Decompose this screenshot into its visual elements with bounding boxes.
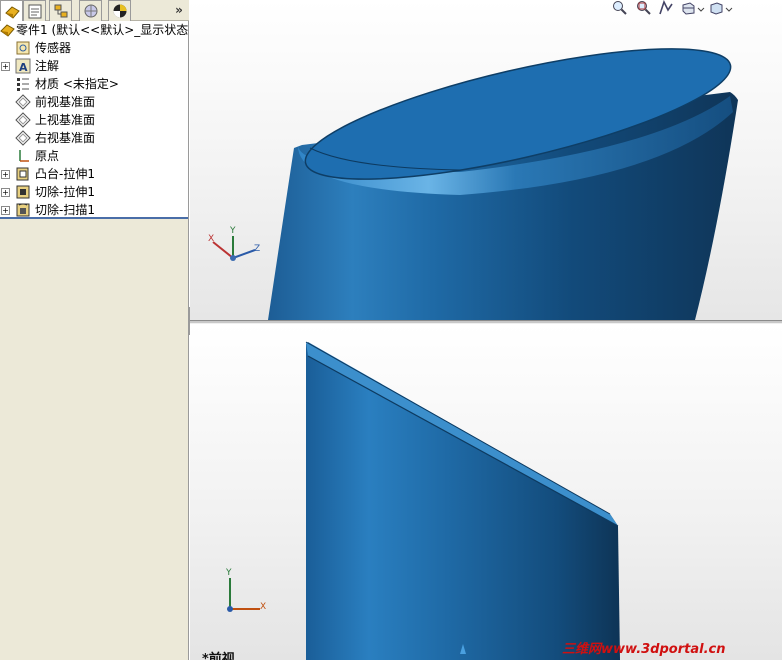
cylinder-model-isometric[interactable]: [190, 0, 782, 320]
annotation-icon: A: [15, 58, 31, 74]
origin-icon: [19, 150, 29, 162]
triad-y-label: Y: [226, 568, 232, 578]
graphics-viewport-bottom[interactable]: Y X *前视: [190, 324, 782, 660]
heads-up-view-toolbar: [612, 0, 782, 17]
section-view-icon[interactable]: [680, 0, 696, 16]
tree-item[interactable]: 前视基准面: [0, 93, 188, 111]
tree-item-label: 右视基准面: [35, 131, 96, 145]
expand-toggle-icon[interactable]: +: [1, 188, 10, 197]
previous-view-icon[interactable]: [658, 0, 674, 16]
cut-sweep-icon: [16, 203, 30, 217]
tree-item[interactable]: 材质 <未指定>: [0, 75, 188, 93]
expand-toggle-icon[interactable]: +: [1, 206, 10, 215]
svg-text:A: A: [19, 61, 28, 74]
tree-root-part[interactable]: 零件1 (默认<<默认>_显示状态: [0, 21, 188, 39]
tree-root-label: 零件1 (默认<<默认>_显示状态: [16, 23, 189, 37]
tree-item-label: 材质 <未指定>: [35, 77, 119, 91]
dimxpert-icon: [84, 4, 98, 18]
tree-item[interactable]: + 切除-扫描1: [0, 201, 188, 219]
plane-icon: [15, 94, 31, 110]
site-watermark: 三维网www.3dportal.cn: [562, 642, 726, 657]
tree-item-label: 切除-扫描1: [35, 203, 95, 217]
configuration-icon: [54, 4, 68, 18]
boss-extrude-icon: [16, 167, 29, 181]
tree-item[interactable]: 原点: [0, 147, 188, 165]
tree-item[interactable]: + 凸台-拉伸1: [0, 165, 188, 183]
tree-item-label: 注解: [35, 59, 60, 73]
zoom-to-area-icon[interactable]: [636, 0, 652, 16]
feature-tree-icon: [5, 6, 20, 19]
tree-item[interactable]: 传感器: [0, 39, 188, 57]
propertymanager-tab[interactable]: [23, 0, 46, 21]
material-icon: [17, 78, 29, 91]
display-manager-tab[interactable]: [108, 0, 131, 21]
triad-x-label: X: [208, 234, 215, 244]
tree-item[interactable]: 上视基准面: [0, 111, 188, 129]
more-tabs-button[interactable]: »: [172, 2, 186, 18]
tree-item[interactable]: + 切除-拉伸1: [0, 183, 188, 201]
triad-z-label: Z: [254, 244, 261, 254]
feature-tree: 零件1 (默认<<默认>_显示状态 传感器 + A 注解材质 <未指定> 前视基准面上视…: [0, 21, 188, 219]
tree-item[interactable]: 右视基准面: [0, 129, 188, 147]
view-orientation-label: *前视: [202, 652, 235, 660]
tree-item-label: 传感器: [35, 41, 72, 55]
panel-tab-bar: »: [0, 0, 189, 22]
expand-toggle-icon[interactable]: +: [1, 62, 10, 71]
cylinder-model-front[interactable]: [190, 324, 782, 660]
featuremanager-tab[interactable]: [0, 0, 23, 22]
display-icon: [113, 4, 127, 18]
dimxpert-tab[interactable]: [79, 0, 102, 21]
tree-item-label: 上视基准面: [35, 113, 96, 127]
plane-icon: [15, 112, 31, 128]
chevron-down-icon[interactable]: [724, 0, 740, 16]
feature-manager-panel: » 零件1 (默认<<默认>_显示状态 传感器 + A 注解材质 <未指定> 前视基准面…: [0, 0, 189, 660]
graphics-viewport-top[interactable]: X Y Z: [190, 0, 782, 320]
property-icon: [28, 4, 42, 19]
tree-item-label: 凸台-拉伸1: [35, 167, 95, 181]
tree-item-label: 前视基准面: [35, 95, 96, 109]
zoom-to-fit-icon[interactable]: [612, 0, 628, 16]
expand-toggle-icon[interactable]: +: [1, 170, 10, 179]
plane-icon: [15, 130, 31, 146]
sensor-icon: [16, 41, 30, 55]
triad-y-label: Y: [230, 226, 236, 236]
cut-extrude-icon: [16, 185, 30, 199]
tree-item-label: 原点: [35, 149, 60, 163]
configurationmanager-tab[interactable]: [49, 0, 72, 21]
triad-x-label: X: [260, 602, 267, 612]
view-orientation-icon[interactable]: [708, 0, 724, 16]
tree-item-label: 切除-拉伸1: [35, 185, 95, 199]
tree-item[interactable]: + A 注解: [0, 57, 188, 75]
part-icon: [0, 24, 15, 37]
